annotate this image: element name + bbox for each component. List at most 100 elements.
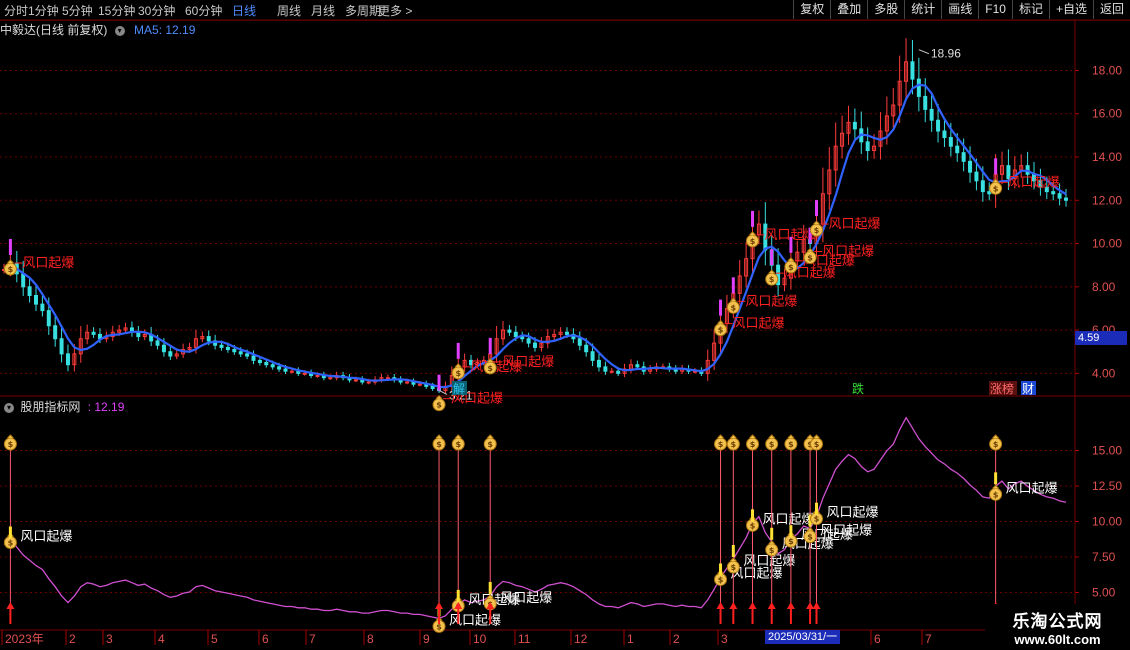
money-bag-icon: $ [714, 434, 728, 451]
candle-body [27, 286, 32, 296]
signal-label: 风口起爆 [468, 592, 520, 607]
candle-body [936, 119, 941, 132]
candle-body [1044, 186, 1049, 193]
candle-body [590, 351, 595, 361]
svg-text:$: $ [788, 440, 794, 449]
candle-body [814, 223, 819, 245]
signal-bar [8, 526, 12, 539]
candle-body [776, 264, 781, 286]
date-label: 1 [627, 632, 634, 646]
period-tab[interactable]: 30分钟 [138, 2, 175, 19]
candle-body [341, 375, 346, 379]
up-arrow [767, 602, 776, 609]
ma5-line [3, 83, 1067, 389]
candle-body [430, 385, 435, 390]
indicator-line [3, 416, 1067, 620]
candle-body [78, 338, 83, 355]
candle-body [724, 307, 729, 325]
candle-body [117, 329, 122, 333]
date-label: 9 [423, 632, 430, 646]
candle-body [648, 368, 653, 372]
money-bag-icon: $ [451, 596, 465, 613]
up-arrow [6, 602, 15, 609]
period-tab[interactable]: 更多 > [378, 2, 412, 19]
candle-body [827, 169, 832, 195]
toolbar-button[interactable]: 复权 [793, 0, 830, 19]
candle-body [392, 377, 397, 381]
date-label: 8 [367, 632, 374, 646]
indicator-tick-label: 12.50 [1092, 479, 1122, 493]
candle-body [142, 333, 147, 338]
candle-body [929, 108, 934, 121]
date-label: 6 [262, 632, 269, 646]
candle-body [577, 338, 582, 346]
signal-bar [731, 544, 735, 557]
date-label: 10 [473, 632, 487, 646]
stock-title: 中毅达(日线 前复权) [0, 23, 108, 37]
signal-label: 风口起爆 [826, 505, 878, 520]
svg-text:$: $ [769, 546, 775, 555]
period-tab[interactable]: 1分钟 [28, 2, 59, 19]
svg-text:$: $ [993, 440, 999, 449]
signal-label: 风口起爆 [449, 612, 501, 627]
period-tab[interactable]: 5分钟 [62, 2, 93, 19]
money-bag-icon: $ [483, 358, 497, 375]
period-tab[interactable]: 多周期 [345, 2, 381, 19]
candle-body [872, 145, 877, 152]
candle-body [2, 269, 6, 272]
collapse-icon[interactable]: ▾ [4, 402, 14, 413]
money-bag-icon: $ [765, 269, 779, 286]
svg-text:$: $ [487, 600, 493, 609]
period-tab[interactable]: 15分钟 [98, 2, 135, 19]
period-tab[interactable]: 60分钟 [185, 2, 222, 19]
toolbar-button[interactable]: 标记 [1011, 0, 1049, 19]
candle-body [552, 333, 557, 338]
toolbar-button[interactable]: +自选 [1048, 0, 1093, 19]
signal-label: 风口起爆 [500, 590, 552, 605]
candle-body [948, 137, 953, 147]
indicator-tick-label: 7.50 [1092, 550, 1116, 564]
candle-body [456, 366, 461, 377]
candle-body [788, 260, 793, 279]
period-tab[interactable]: 周线 [277, 2, 301, 19]
candle-body [1057, 193, 1062, 199]
signal-bar [994, 158, 998, 175]
money-bag-icon: $ [784, 531, 798, 548]
toolbar-button[interactable]: 叠加 [830, 0, 867, 19]
event-tag: 涨榜 [989, 381, 1017, 396]
toolbar-button[interactable]: 画线 [941, 0, 978, 19]
candle-body [1051, 191, 1056, 195]
period-tab[interactable]: 日线 [232, 2, 256, 19]
toolbar-button[interactable]: F10 [978, 0, 1012, 19]
money-bag-icon: $ [726, 434, 740, 451]
candle-body [437, 388, 442, 392]
period-tab[interactable]: 分时 [4, 2, 28, 19]
candle-body [366, 381, 371, 384]
svg-text:$: $ [455, 369, 461, 378]
candle-body [385, 377, 390, 380]
toolbar-button[interactable]: 返回 [1092, 0, 1130, 19]
signal-bar [719, 299, 723, 316]
indicator-tick-label: 5.00 [1092, 586, 1116, 600]
candle-body [865, 141, 870, 152]
signal-label: 风口起爆 [22, 255, 74, 270]
candle-body [360, 379, 365, 383]
candle-body [1064, 197, 1068, 201]
signal-bar [456, 342, 460, 359]
candle-body [488, 353, 493, 361]
signal-bar [488, 337, 492, 354]
candle-body [878, 130, 883, 147]
period-tab[interactable]: 月线 [311, 2, 335, 19]
signal-label: 风口起爆 [745, 293, 797, 308]
signal-label: 风口起爆 [451, 391, 503, 406]
signal-label: 风口起爆 [20, 528, 72, 543]
money-bag-icon: $ [784, 434, 798, 451]
candle-body [481, 359, 486, 364]
collapse-icon[interactable]: ▾ [114, 25, 125, 36]
candle-body [910, 61, 915, 80]
toolbar-button[interactable]: 多股 [867, 0, 904, 19]
candle-body [443, 385, 448, 392]
candle-body [251, 355, 256, 361]
event-tag: 跌 [851, 381, 866, 396]
toolbar-button[interactable]: 统计 [904, 0, 941, 19]
